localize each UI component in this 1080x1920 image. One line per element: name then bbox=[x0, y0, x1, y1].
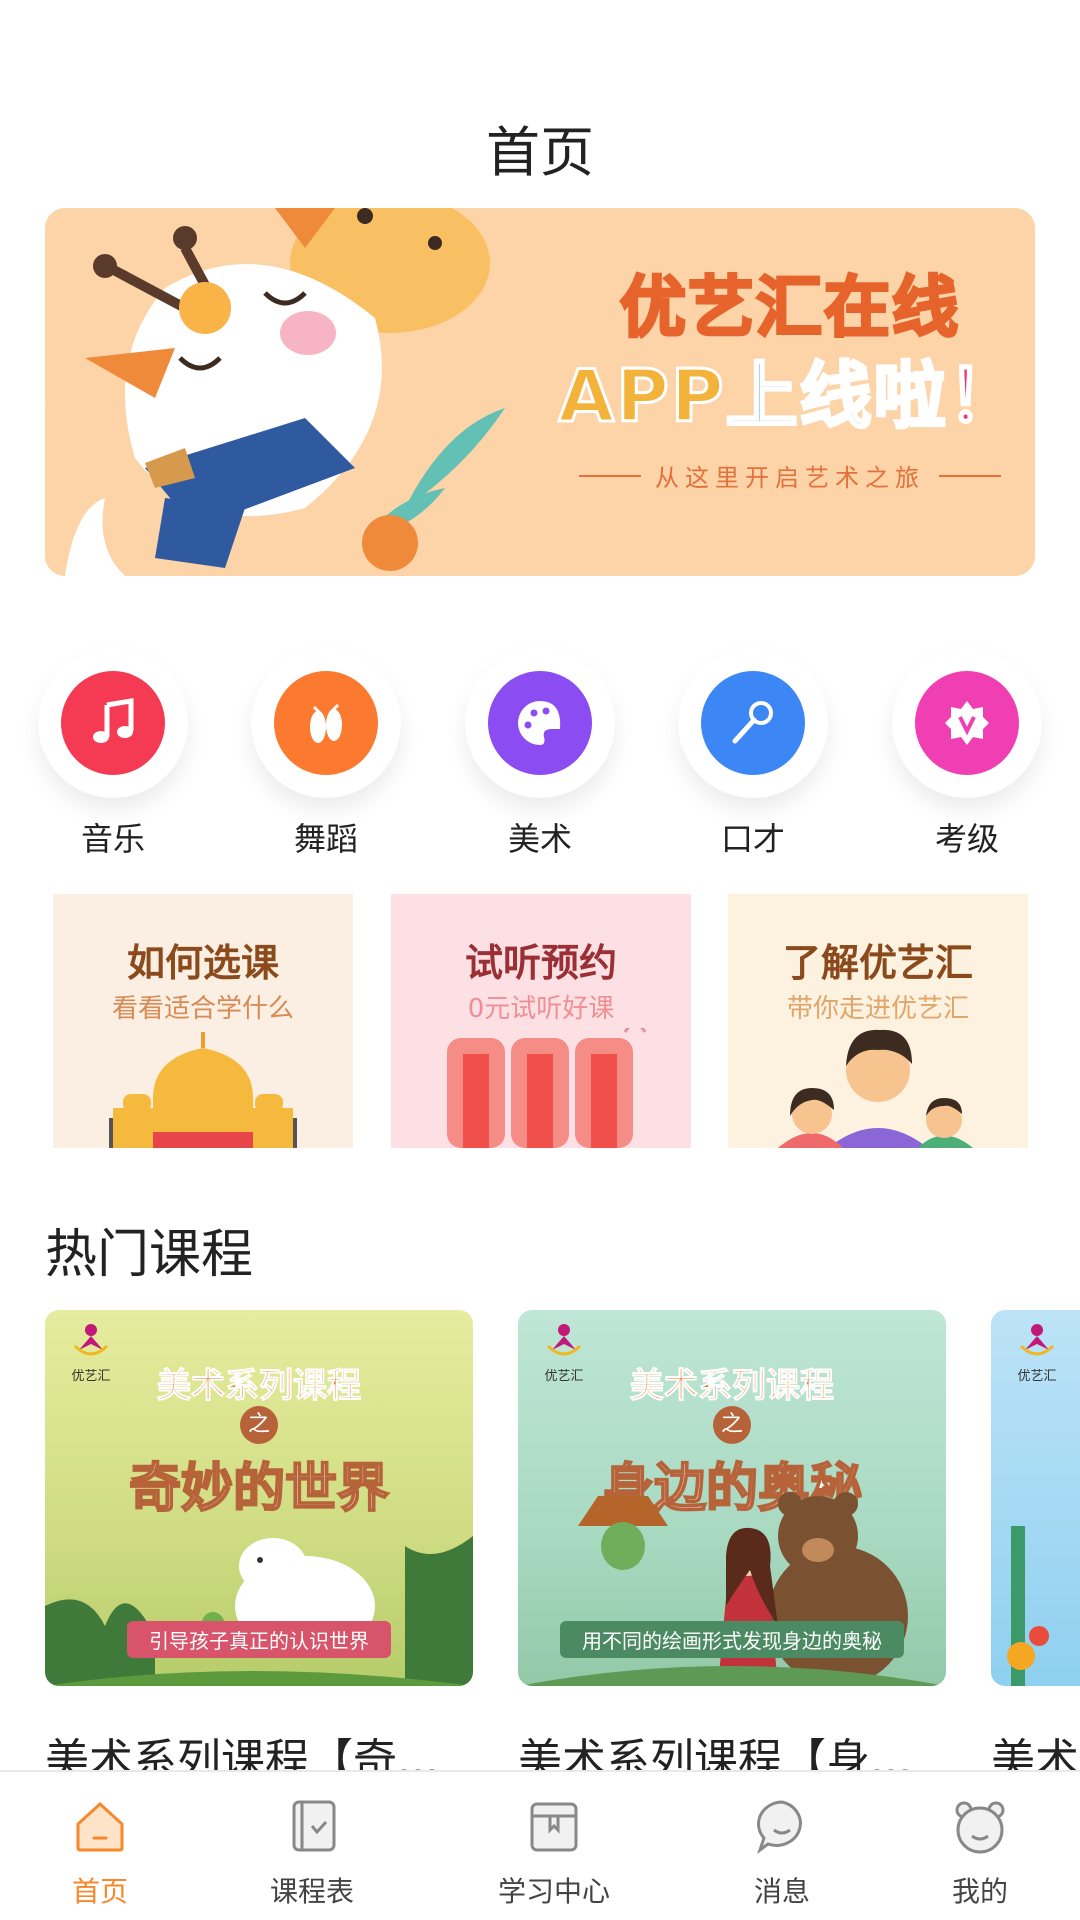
course-card[interactable]: 优艺汇 美术系列课程 之 奇妙的世界 引导孩子真正的认识世界 美术系列课程【奇.… bbox=[45, 1310, 473, 1770]
banner-headline: 优艺汇在线 bbox=[619, 268, 960, 348]
cover-zhi: 之 bbox=[713, 1406, 751, 1444]
category-art[interactable]: 美术 bbox=[465, 648, 615, 860]
palette-icon bbox=[488, 671, 592, 775]
microphone-icon bbox=[701, 671, 805, 775]
page-title: 首页 bbox=[486, 121, 594, 184]
brand-logo: 优艺汇 bbox=[1007, 1322, 1067, 1384]
course-name: 美术系列课程【身... bbox=[518, 1735, 912, 1770]
hot-courses-carousel[interactable]: 优艺汇 美术系列课程 之 奇妙的世界 引导孩子真正的认识世界 美术系列课程【奇.… bbox=[45, 1310, 1080, 1770]
promo-banner[interactable]: 优艺汇在线 APP上线啦！ 从这里开启艺术之旅 bbox=[45, 208, 1035, 576]
section-title-hot-courses: 热门课程 bbox=[45, 1225, 254, 1285]
tab-label: 我的 bbox=[951, 1875, 1008, 1908]
tab-label: 消息 bbox=[753, 1875, 810, 1908]
palace-illustration bbox=[109, 1032, 297, 1148]
category-music[interactable]: 音乐 bbox=[38, 648, 188, 860]
course-card[interactable]: 优艺汇 美术系列课程 之 身边的奥秘 用不同的绘画形式发现身边的奥秘 美术系列课… bbox=[518, 1310, 946, 1770]
tab-schedule[interactable]: 课程表 bbox=[212, 1772, 412, 1920]
ballet-shoes-icon bbox=[274, 671, 378, 775]
card-title: 了解优艺汇 bbox=[782, 941, 973, 985]
cover-tag: 引导孩子真正的认识世界 bbox=[127, 1621, 391, 1658]
card-trial-booking[interactable]: 试听预约 0元试听好课 bbox=[391, 894, 691, 1148]
course-cover: 优艺汇 探索 bbox=[991, 1310, 1080, 1686]
card-subtitle: 看看适合学什么 bbox=[111, 994, 294, 1024]
home-icon bbox=[76, 1801, 124, 1852]
cover-zhi: 之 bbox=[240, 1406, 278, 1444]
category-dance[interactable]: 舞蹈 bbox=[251, 648, 401, 860]
profile-icon bbox=[955, 1801, 1005, 1854]
banner-subheadline: APP上线啦！ bbox=[557, 353, 1022, 440]
badge-icon bbox=[915, 671, 1019, 775]
theater-curtain-illustration bbox=[447, 1028, 647, 1148]
tab-home[interactable]: 首页 bbox=[0, 1772, 200, 1920]
category-label: 美术 bbox=[507, 820, 572, 858]
banner-tagline: 从这里开启艺术之旅 bbox=[555, 458, 1025, 493]
category-label: 口才 bbox=[720, 820, 785, 858]
course-name: 美术系列课程【奇... bbox=[45, 1735, 439, 1770]
course-card[interactable]: 优艺汇 探索 美术 bbox=[991, 1310, 1080, 1770]
card-how-to-choose[interactable]: 如何选课 看看适合学什么 bbox=[53, 894, 353, 1148]
card-subtitle: 0元试听好课 bbox=[467, 994, 615, 1024]
bottom-tab-bar: 首页 课程表 学习中心 消息 我的 bbox=[0, 1770, 1080, 1920]
cover-series: 美术系列课程 bbox=[157, 1366, 362, 1407]
tab-profile[interactable]: 我的 bbox=[880, 1772, 1080, 1920]
cover-series: 美术系列课程 bbox=[630, 1366, 835, 1407]
underwater-illustration bbox=[1007, 1526, 1049, 1686]
card-about[interactable]: 了解优艺汇 带你走进优艺汇 bbox=[728, 894, 1028, 1148]
course-cover: 优艺汇 美术系列课程 之 身边的奥秘 用不同的绘画形式发现身边的奥秘 bbox=[518, 1310, 946, 1686]
schedule-icon bbox=[292, 1800, 336, 1852]
category-eloquence[interactable]: 口才 bbox=[678, 648, 828, 860]
category-row: 音乐 舞蹈 美术 口才 考级 bbox=[0, 648, 1080, 858]
category-label: 考级 bbox=[934, 820, 999, 858]
category-grading[interactable]: 考级 bbox=[892, 648, 1042, 860]
tab-study-center[interactable]: 学习中心 bbox=[454, 1772, 654, 1920]
card-title: 试听预约 bbox=[464, 941, 617, 985]
category-label: 舞蹈 bbox=[293, 820, 358, 858]
music-note-icon bbox=[61, 671, 165, 775]
tab-messages[interactable]: 消息 bbox=[682, 1772, 882, 1920]
tab-label: 学习中心 bbox=[497, 1875, 610, 1908]
giraffe-illustration bbox=[45, 208, 525, 576]
course-cover: 优艺汇 美术系列课程 之 奇妙的世界 引导孩子真正的认识世界 bbox=[45, 1310, 473, 1686]
feature-cards: 如何选课 看看适合学什么 试听预约 0元试听好课 了解优艺汇 带你走进优艺汇 bbox=[0, 894, 1080, 1148]
family-illustration bbox=[778, 1029, 973, 1148]
tab-label: 首页 bbox=[71, 1875, 128, 1908]
message-icon bbox=[757, 1800, 802, 1855]
cover-tag: 用不同的绘画形式发现身边的奥秘 bbox=[560, 1621, 904, 1658]
study-center-icon bbox=[530, 1802, 578, 1852]
card-title: 如何选课 bbox=[126, 941, 279, 985]
tab-label: 课程表 bbox=[269, 1875, 354, 1908]
category-label: 音乐 bbox=[80, 820, 145, 858]
course-name: 美术 bbox=[991, 1735, 1079, 1770]
